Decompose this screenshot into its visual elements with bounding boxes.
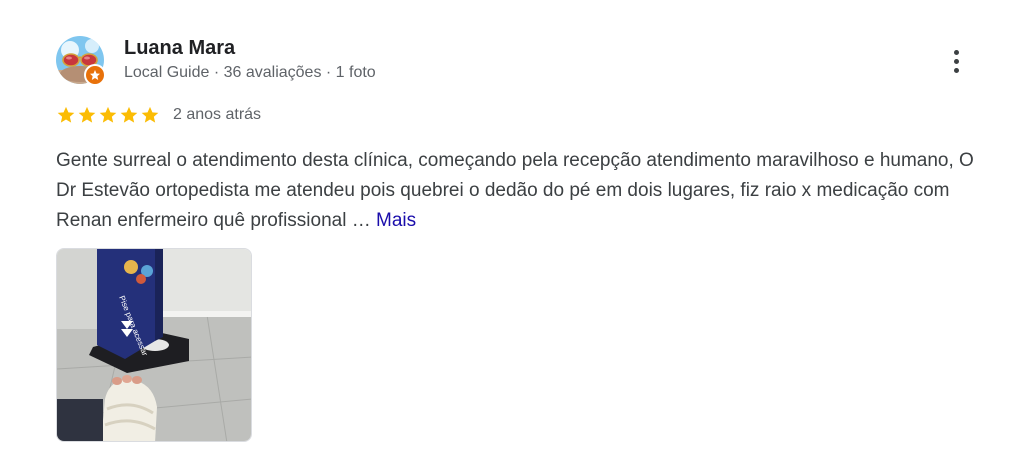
review-text: Gente surreal o atendimento desta clínic… — [56, 146, 986, 236]
star-icon — [57, 106, 75, 123]
star-icon — [78, 106, 96, 123]
local-guide-badge-icon — [84, 64, 106, 86]
more-link[interactable]: Mais — [376, 210, 416, 231]
review-card: Luana Mara Local Guide · 36 avaliações ·… — [0, 0, 1024, 467]
author-meta: Local Guide · 36 avaliações · 1 foto — [124, 64, 376, 81]
review-body: Gente surreal o atendimento desta clínic… — [56, 150, 974, 231]
rating-row: 2 anos atrás — [56, 103, 261, 127]
more-vert-icon — [953, 49, 959, 55]
review-time: 2 anos atrás — [173, 106, 262, 123]
more-options-button[interactable] — [940, 44, 972, 78]
star-icon — [120, 106, 138, 123]
author-name[interactable]: Luana Mara — [124, 36, 235, 60]
review-photo[interactable]: Pise para acessar — [56, 248, 252, 442]
star-icon — [141, 106, 159, 123]
star-rating — [56, 105, 160, 125]
star-icon — [99, 106, 117, 123]
